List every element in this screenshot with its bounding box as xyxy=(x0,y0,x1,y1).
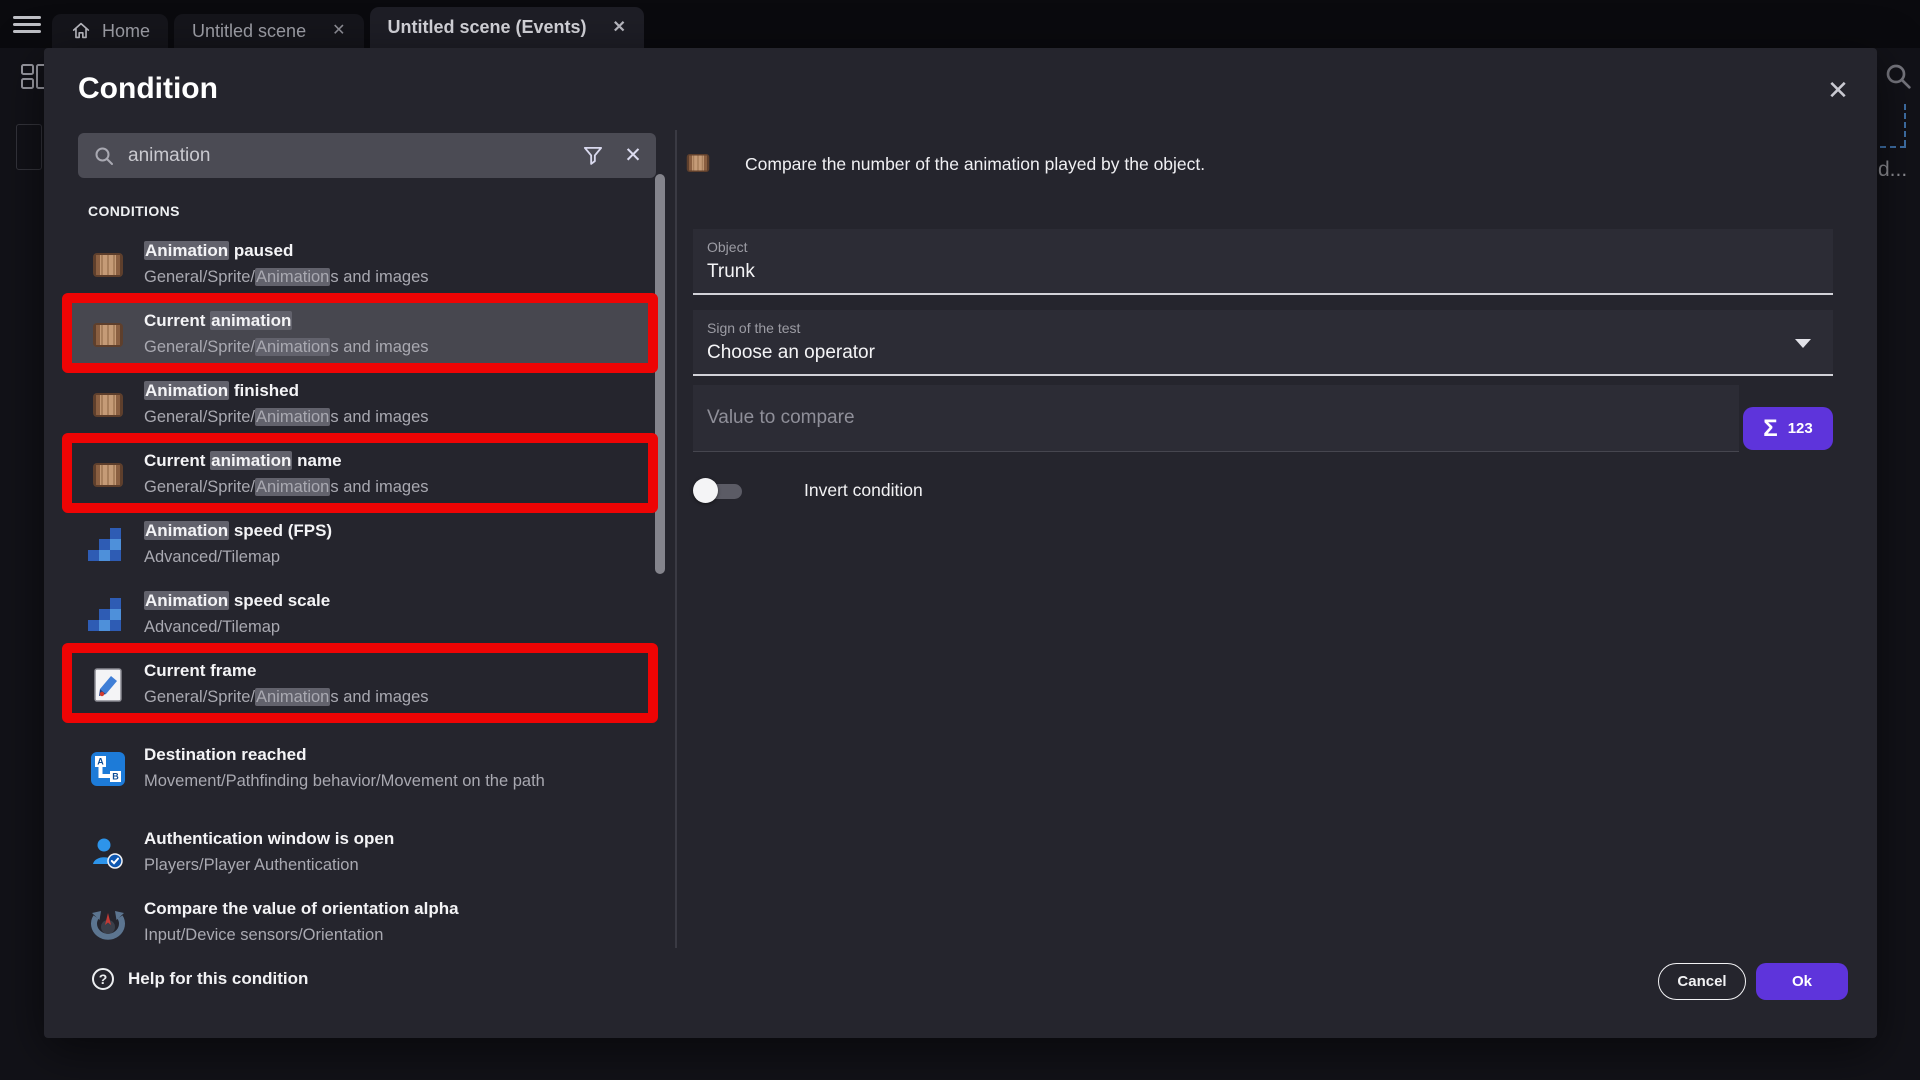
condition-subtitle: General/Sprite/Animations and images xyxy=(144,473,614,502)
condition-title: Animation finished xyxy=(144,379,630,403)
tab-home[interactable]: Home xyxy=(52,14,168,48)
selection-dashed-border xyxy=(1880,146,1906,148)
condition-title: Authentication window is open xyxy=(144,827,630,851)
condition-title: Current frame xyxy=(144,659,630,683)
toggle-knob xyxy=(693,478,718,503)
condition-dialog: Condition ✕ animation ✕ CONDITIONS Anima… xyxy=(44,48,1877,1038)
filter-icon[interactable] xyxy=(580,143,606,169)
sprite-animation-icon xyxy=(88,245,128,285)
menu-icon[interactable] xyxy=(13,16,41,33)
sprite-animation-icon xyxy=(88,385,128,425)
condition-item[interactable]: Current animation nameGeneral/Sprite/Ani… xyxy=(66,440,656,510)
search-input[interactable]: animation xyxy=(128,145,580,167)
condition-subtitle: General/Sprite/Animations and images xyxy=(144,263,614,292)
tab-untitled-scene[interactable]: Untitled scene ✕ xyxy=(174,14,363,48)
condition-title: Animation speed (FPS) xyxy=(144,519,630,543)
player-authentication-icon xyxy=(88,833,128,873)
tab-label: Untitled scene xyxy=(192,21,306,42)
condition-subtitle: General/Sprite/Animations and images xyxy=(144,683,614,712)
home-icon xyxy=(70,20,92,42)
tab-close-icon[interactable]: ✕ xyxy=(332,23,345,39)
svg-text:A: A xyxy=(97,757,104,767)
help-link[interactable]: ? Help for this condition xyxy=(92,968,308,990)
condition-item[interactable]: Animation speed (FPS)Advanced/Tilemap xyxy=(66,510,656,580)
tilemap-icon xyxy=(88,595,128,635)
chevron-down-icon xyxy=(1795,339,1811,348)
help-label: Help for this condition xyxy=(128,969,308,989)
sprite-animation-icon xyxy=(88,455,128,495)
sign-field-value: Choose an operator xyxy=(707,342,1833,364)
tab-label: Untitled scene (Events) xyxy=(388,17,587,38)
condition-subtitle: Movement/Pathfinding behavior/Movement o… xyxy=(144,767,614,796)
condition-item[interactable]: Current animationGeneral/Sprite/Animatio… xyxy=(66,300,656,370)
pathfinding-icon: AB xyxy=(88,749,128,789)
sign-of-test-select[interactable]: Sign of the test Choose an operator xyxy=(693,310,1833,376)
frame-icon xyxy=(88,665,128,705)
clear-search-icon[interactable]: ✕ xyxy=(620,143,646,169)
sprite-animation-icon xyxy=(88,315,128,355)
ok-button[interactable]: Ok xyxy=(1756,963,1848,1000)
object-field-value: Trunk xyxy=(707,261,1833,283)
search-box: animation ✕ xyxy=(78,133,656,178)
condition-item[interactable]: Animation finishedGeneral/Sprite/Animati… xyxy=(66,370,656,440)
object-field-label: Object xyxy=(707,239,1833,255)
condition-item[interactable]: Compare the value of orientation alphaIn… xyxy=(66,888,656,948)
condition-item[interactable]: Authentication window is openPlayers/Pla… xyxy=(66,818,656,888)
expression-editor-button[interactable]: Σ 123 xyxy=(1743,407,1833,450)
condition-title: Destination reached xyxy=(144,743,630,767)
condition-subtitle: Advanced/Tilemap xyxy=(144,613,614,642)
condition-subtitle: Players/Player Authentication xyxy=(144,851,614,880)
condition-title: Animation paused xyxy=(144,239,630,263)
invert-condition-toggle[interactable] xyxy=(693,478,743,504)
list-section-header: CONDITIONS xyxy=(66,195,656,230)
condition-item[interactable]: Animation speed scaleAdvanced/Tilemap xyxy=(66,580,656,650)
condition-title: Animation speed scale xyxy=(144,589,630,613)
tab-close-icon[interactable]: ✕ xyxy=(613,20,626,36)
sigma-icon: Σ xyxy=(1763,417,1777,441)
sprite-animation-icon xyxy=(683,148,713,178)
clipped-event-text: d... xyxy=(1878,158,1907,182)
sign-field-label: Sign of the test xyxy=(707,320,1833,336)
condition-subtitle: Advanced/Tilemap xyxy=(144,543,614,572)
invert-condition-label: Invert condition xyxy=(804,480,923,501)
condition-title: Current animation xyxy=(144,309,630,333)
svg-text:B: B xyxy=(112,772,119,782)
condition-description: Compare the number of the animation play… xyxy=(745,153,1205,175)
tab-label: Home xyxy=(102,21,150,42)
scrollbar-thumb[interactable] xyxy=(655,174,665,574)
tilemap-icon xyxy=(88,525,128,565)
help-icon: ? xyxy=(92,968,114,990)
condition-subtitle: Input/Device sensors/Orientation xyxy=(144,921,614,949)
value-to-compare-input[interactable]: Value to compare xyxy=(693,385,1739,452)
condition-item[interactable]: Animation pausedGeneral/Sprite/Animation… xyxy=(66,230,656,300)
condition-title: Compare the value of orientation alpha xyxy=(144,897,630,921)
background-button-outline xyxy=(16,124,42,170)
conditions-list: CONDITIONS Animation pausedGeneral/Sprit… xyxy=(66,195,656,948)
condition-item[interactable]: Current frameGeneral/Sprite/Animations a… xyxy=(66,650,656,720)
selection-dashed-border xyxy=(1904,104,1906,146)
events-search-icon xyxy=(1882,60,1914,92)
condition-title: Current animation name xyxy=(144,449,630,473)
condition-subtitle: General/Sprite/Animations and images xyxy=(144,403,614,432)
close-icon[interactable]: ✕ xyxy=(1822,74,1854,106)
search-icon xyxy=(92,144,116,168)
tab-untitled-scene-events[interactable]: Untitled scene (Events) ✕ xyxy=(370,7,644,48)
dialog-title: Condition xyxy=(78,72,218,106)
condition-item[interactable]: AB Destination reachedMovement/Pathfindin… xyxy=(66,720,656,818)
object-field[interactable]: Object Trunk xyxy=(693,229,1833,295)
tab-bar: HomeUntitled scene✕Untitled scene (Event… xyxy=(52,7,644,48)
orientation-icon xyxy=(88,903,128,943)
panel-divider xyxy=(675,130,677,948)
condition-subtitle: General/Sprite/Animations and images xyxy=(144,333,614,362)
expression-button-label: 123 xyxy=(1788,420,1813,437)
cancel-button[interactable]: Cancel xyxy=(1658,963,1746,1000)
top-bar: HomeUntitled scene✕Untitled scene (Event… xyxy=(0,0,1920,48)
